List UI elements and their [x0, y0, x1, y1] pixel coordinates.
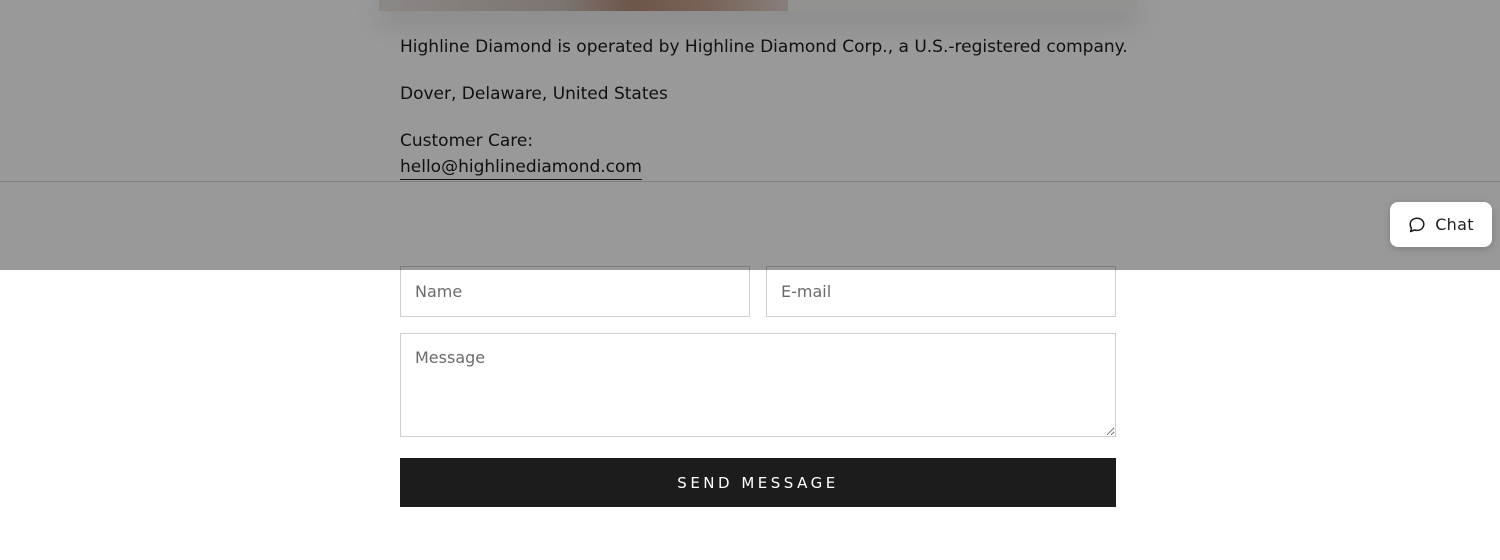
speech-bubble-icon [1408, 216, 1426, 234]
modal-overlay[interactable] [0, 0, 1500, 270]
email-input[interactable] [766, 266, 1116, 317]
send-message-button[interactable]: SEND MESSAGE [400, 458, 1116, 507]
page: Highline Diamond is operated by Highline… [0, 0, 1500, 560]
name-input[interactable] [400, 266, 750, 317]
message-textarea[interactable] [400, 333, 1116, 437]
chat-button[interactable]: Chat [1390, 202, 1492, 247]
chat-label: Chat [1435, 215, 1474, 234]
